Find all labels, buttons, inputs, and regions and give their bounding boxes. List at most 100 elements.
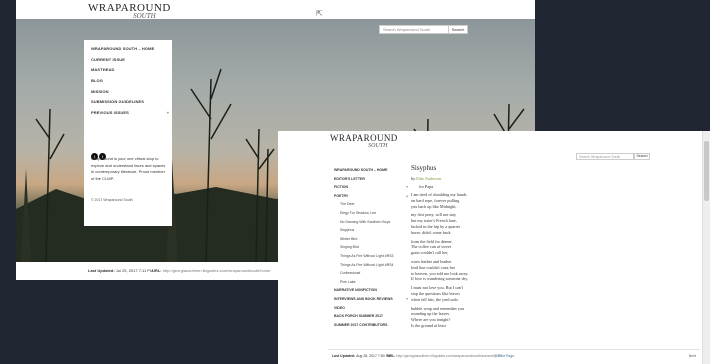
site-logo[interactable]: WRAPAROUND SOUTH [330,133,398,150]
footer-divider [328,349,700,350]
nav-item-label: FICTION [334,185,348,190]
nav-item-label: Singing Bird [340,245,359,250]
nav-item-video[interactable]: VIDEO [334,306,408,315]
nav-item-label: Things As Fire Without Light #RS3 [340,253,394,258]
nav-item-label: Confessional [340,271,361,276]
nav-item-label: EDITOR'S LETTER [334,176,365,181]
nav-subitem[interactable]: Sisyphus [334,228,408,237]
mouse-cursor-icon: ⇱ [316,9,323,18]
page-content: WRAPAROUND SOUTH Search Wraparound South… [278,131,710,364]
nav-item-label: MISSION [91,88,109,94]
next-page-link[interactable]: Next [689,354,696,358]
poem-stanza: my first pony, will not stay but my sist… [411,212,461,235]
logo-main-text: WRAPAROUND [330,133,398,143]
poem-stanza: bubble wrap and remember you rounding up… [411,305,465,328]
nav-item-previous-issues[interactable]: PREVIOUS ISSUES ▾ [91,109,172,120]
nav-item-mission[interactable]: MISSION [91,88,172,99]
page-footer: Last Updated: Aug 28, 2017 7:50 PM URL: … [328,351,700,361]
poem-stanza: worn leather and leather lead line could… [411,258,469,282]
nav-item-label: BLOG [91,78,103,84]
last-updated-label: Last Updated: [88,268,115,273]
last-updated-value: Aug 28, 2017 7:50 PM [356,354,391,358]
nav-item-label: WRAPAROUND SOUTH – HOME [334,168,388,172]
last-updated: Last Updated: Jul 25, 2017 7:11 PM [88,268,153,273]
nav-subitem[interactable]: The Deer [334,202,408,211]
chevron-down-icon: ▾ [166,110,169,116]
front-browser-window: WRAPAROUND SOUTH Search Wraparound South… [278,131,710,364]
nav-item-interviews[interactable]: INTERVIEWS AND BOOK REVIEWS ▾ [334,297,408,306]
nav-item-label: PREVIOUS ISSUES [91,110,129,116]
site-logo[interactable]: WRAPAROUND SOUTH [88,3,171,20]
chevron-down-icon: ▾ [406,296,408,301]
nav-item-label: WRAPAROUND SOUTH – HOME [91,46,155,51]
page-title: Sisyphus [411,164,437,172]
logo-main-text: WRAPAROUND [88,2,171,14]
print-page-link[interactable]: ⎙ Print Page [494,354,514,358]
url-value: http://georgiasouthern.libguides.com/wra… [396,354,503,358]
scrollbar-thumb[interactable] [704,141,709,201]
nav-item-label: No Dancing With Southern Boys [340,219,391,224]
nav-item-poetry[interactable]: POETRY ▴ [334,194,408,203]
nav-item-home[interactable]: WRAPAROUND SOUTH – HOME [91,45,172,56]
about-text: Wraparound is your one virtual stop to e… [91,156,166,181]
nav-item-blog[interactable]: BLOG [91,77,172,88]
nav-item-label: Elegy For Shadow, Lee [340,210,377,215]
nav-item-label: SUMMER 2017 CONTRIBUTORS [334,322,388,327]
url-label: URL: [152,268,162,273]
poem-stanza: I must not love you. But I can't stop th… [411,285,463,302]
sidebar-nav: WRAPAROUND SOUTH – HOME EDITOR'S LETTER … [334,168,408,331]
nav-item-home[interactable]: WRAPAROUND SOUTH – HOME [334,168,408,177]
logo-sub-text: SOUTH [368,143,388,149]
nav-item-narrative-nonfiction[interactable]: NARRATIVE NONFICTION [334,288,408,297]
nav-subitem[interactable]: Pine Lake [334,280,408,289]
byline: by Edie Anderson [411,176,506,181]
print-icon: ⎙ [494,354,497,358]
dedication: for Papa [419,184,434,189]
nav-item-label: SUBMISSION GUIDELINES [91,99,144,105]
header-bar: WRAPAROUND SOUTH ⇱ [16,0,535,20]
poem-article: Sisyphus by Edie Anderson for Papa I am … [411,164,506,332]
byline-prefix: by [411,176,416,181]
nav-item-label: CURRENT ISSUE [91,56,125,62]
nav-item-label: Pine Lake [340,279,356,284]
nav-subitem[interactable]: Things As Fire Without Light #RS3 [334,254,408,263]
nav-item-label: Sisyphus [340,228,355,233]
chevron-up-icon: ▴ [406,193,408,198]
nav-item-label: INTERVIEWS AND BOOK REVIEWS [334,296,393,301]
nav-item-editors-letter[interactable]: EDITOR'S LETTER [334,177,408,186]
search-input[interactable]: Search Wraparound South [576,153,634,160]
nav-subitem[interactable]: Winter Bird [334,237,408,246]
nav-item-label: Winter Bird [340,236,358,241]
poem-stanza: from the field for dinner. The coffee ca… [411,238,453,256]
nav-item-fiction[interactable]: FICTION ▾ [334,185,408,194]
nav-subitem[interactable]: Confessional [334,271,408,280]
nav-subitem[interactable]: No Dancing With Southern Boys [334,220,408,229]
print-page-label: Print Page [497,354,515,358]
nav-item-back-porch[interactable]: BACK PORCH SUMMER 2017 [334,314,408,323]
poem-stanza: I am tired of shoulding my hands on hard… [411,192,467,209]
url-value: http://georgiasouthern.libguides.com/wra… [162,268,271,273]
last-updated-label: Last Updated: [332,354,356,358]
nav-item-masthead[interactable]: MASTHEAD [91,66,172,77]
nav-item-label: VIDEO [334,305,345,310]
nav-item-label: MASTHEAD [91,67,115,73]
nav-item-contributors[interactable]: SUMMER 2017 CONTRIBUTORS [334,323,408,332]
search-button[interactable]: Search [448,25,468,34]
nav-item-label: Things As Fire Without Light #RS4 [340,262,394,267]
author-link[interactable]: Edie Anderson [416,176,441,181]
chevron-down-icon: ▾ [406,185,408,190]
page-url: URL: http://georgiasouthern.libguides.co… [152,268,270,273]
nav-item-label: The Deer [340,202,355,207]
nav-subitem[interactable]: Singing Bird [334,245,408,254]
nav-item-label: BACK PORCH SUMMER 2017 [334,314,384,319]
copyright-text: © 2017 Wraparound South [91,198,133,202]
nav-item-label: POETRY [334,193,349,198]
last-updated: Last Updated: Aug 28, 2017 7:50 PM [332,354,391,358]
nav-item-submission-guidelines[interactable]: SUBMISSION GUIDELINES [91,98,172,109]
nav-subitem[interactable]: Things As Fire Without Light #RS4 [334,263,408,272]
nav-subitem[interactable]: Elegy For Shadow, Lee [334,211,408,220]
nav-item-current-issue[interactable]: CURRENT ISSUE [91,56,172,67]
page-url: URL: http://georgiasouthern.libguides.co… [387,354,502,358]
search-button[interactable]: Search [634,153,650,160]
vertical-scrollbar[interactable] [702,131,710,364]
